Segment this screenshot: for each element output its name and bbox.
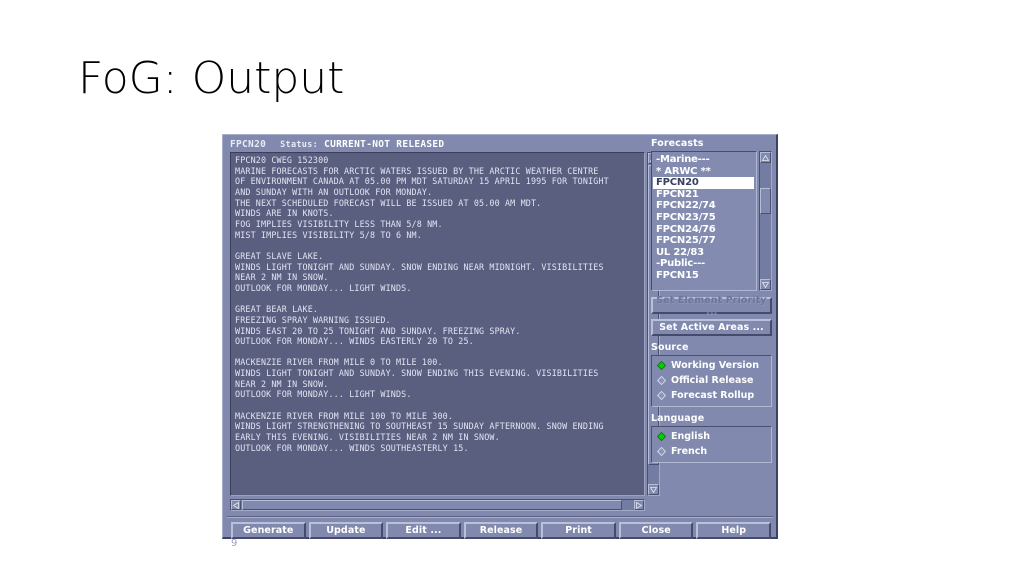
source-option[interactable]: Official Release bbox=[652, 373, 771, 388]
radio-diamond-icon bbox=[657, 447, 666, 456]
forecast-list-item[interactable]: UL 22/83 bbox=[653, 247, 756, 259]
forecasts-label: Forecasts bbox=[651, 138, 704, 149]
language-option[interactable]: French bbox=[652, 444, 771, 459]
source-option[interactable]: Forecast Rollup bbox=[652, 388, 771, 403]
text-horizontal-scrollbar[interactable] bbox=[230, 499, 645, 511]
scroll-thumb-horizontal[interactable] bbox=[242, 500, 622, 510]
source-option-label: Working Version bbox=[671, 360, 759, 371]
forecasts-scrollbar[interactable] bbox=[759, 151, 772, 291]
radio-diamond-icon bbox=[657, 361, 666, 370]
help-button[interactable]: Help bbox=[696, 522, 772, 539]
status-value: CURRENT-NOT RELEASED bbox=[324, 139, 445, 150]
source-option-label: Official Release bbox=[671, 375, 754, 386]
forecast-list-item[interactable]: * ARWC ** bbox=[653, 166, 756, 178]
status-bar: FPCN20 Status: CURRENT-NOT RELEASED bbox=[230, 138, 650, 151]
set-element-priority-button[interactable]: Set Element Priority ... bbox=[651, 295, 772, 317]
scroll-left-icon[interactable] bbox=[231, 500, 241, 510]
scroll-down-icon[interactable] bbox=[648, 484, 659, 495]
forecast-text-content: FPCN20 CWEG 152300 MARINE FORECASTS FOR … bbox=[235, 155, 609, 453]
forecast-list-item[interactable]: FPCN22/74 bbox=[653, 200, 756, 212]
divider bbox=[227, 516, 773, 518]
language-option-label: French bbox=[671, 446, 708, 457]
forecast-list-item[interactable]: FPCN23/75 bbox=[653, 212, 756, 224]
forecast-list-item[interactable]: FPCN21 bbox=[653, 189, 756, 201]
forecast-list-item[interactable]: FPCN15 bbox=[653, 270, 756, 282]
source-label: Source bbox=[651, 342, 689, 353]
forecasts-listbox[interactable]: -Marine--- * ARWC ** FPCN20 FPCN21 FPCN22/74… bbox=[651, 151, 772, 291]
action-button-bar: Generate Update Edit ... Release Print Close H… bbox=[231, 522, 772, 539]
release-button[interactable]: Release bbox=[463, 522, 539, 539]
stray-artifact-glyph: 9 bbox=[231, 538, 238, 549]
scroll-down-icon[interactable] bbox=[760, 279, 771, 290]
edit-button[interactable]: Edit ... bbox=[386, 522, 461, 539]
scroll-thumb[interactable] bbox=[760, 188, 771, 214]
status-product-id: FPCN20 bbox=[230, 139, 267, 150]
radio-diamond-icon bbox=[657, 391, 666, 400]
language-label: Language bbox=[651, 413, 705, 424]
forecasts-list[interactable]: -Marine--- * ARWC ** FPCN20 FPCN21 FPCN22/74… bbox=[651, 151, 757, 291]
language-radio-group: English French bbox=[651, 426, 772, 463]
source-option-label: Forecast Rollup bbox=[671, 390, 755, 401]
set-active-areas-button[interactable]: Set Active Areas ... bbox=[651, 319, 772, 336]
source-option[interactable]: Working Version bbox=[652, 358, 771, 373]
forecast-list-item[interactable]: FPCN24/76 bbox=[653, 224, 756, 236]
page-title: FoG: Output bbox=[78, 53, 345, 104]
status-label: Status: bbox=[280, 139, 319, 150]
scroll-right-icon[interactable] bbox=[634, 500, 644, 510]
forecast-list-item[interactable]: FPCN20 bbox=[653, 177, 754, 189]
forecast-list-item[interactable]: FPCN25/77 bbox=[653, 235, 756, 247]
forecast-text-panel[interactable]: FPCN20 CWEG 152300 MARINE FORECASTS FOR … bbox=[230, 152, 645, 496]
generate-button[interactable]: Generate bbox=[231, 522, 306, 539]
language-option-label: English bbox=[671, 431, 710, 442]
close-button[interactable]: Close bbox=[618, 522, 694, 539]
radio-diamond-icon bbox=[657, 432, 666, 441]
fog-output-window: FPCN20 Status: CURRENT-NOT RELEASED FPCN… bbox=[222, 134, 778, 539]
print-button[interactable]: Print bbox=[541, 522, 616, 539]
update-button[interactable]: Update bbox=[308, 522, 384, 539]
radio-diamond-icon bbox=[657, 376, 666, 385]
forecast-list-item[interactable]: -Marine--- bbox=[653, 154, 756, 166]
scroll-up-icon[interactable] bbox=[760, 152, 771, 163]
source-radio-group: Working Version Official Release Forecast … bbox=[651, 355, 772, 407]
forecast-list-item[interactable]: -Public--- bbox=[653, 258, 756, 270]
language-option[interactable]: English bbox=[652, 429, 771, 444]
right-control-column: Forecasts -Marine--- * ARWC ** FPCN20 FPCN2… bbox=[651, 138, 772, 463]
